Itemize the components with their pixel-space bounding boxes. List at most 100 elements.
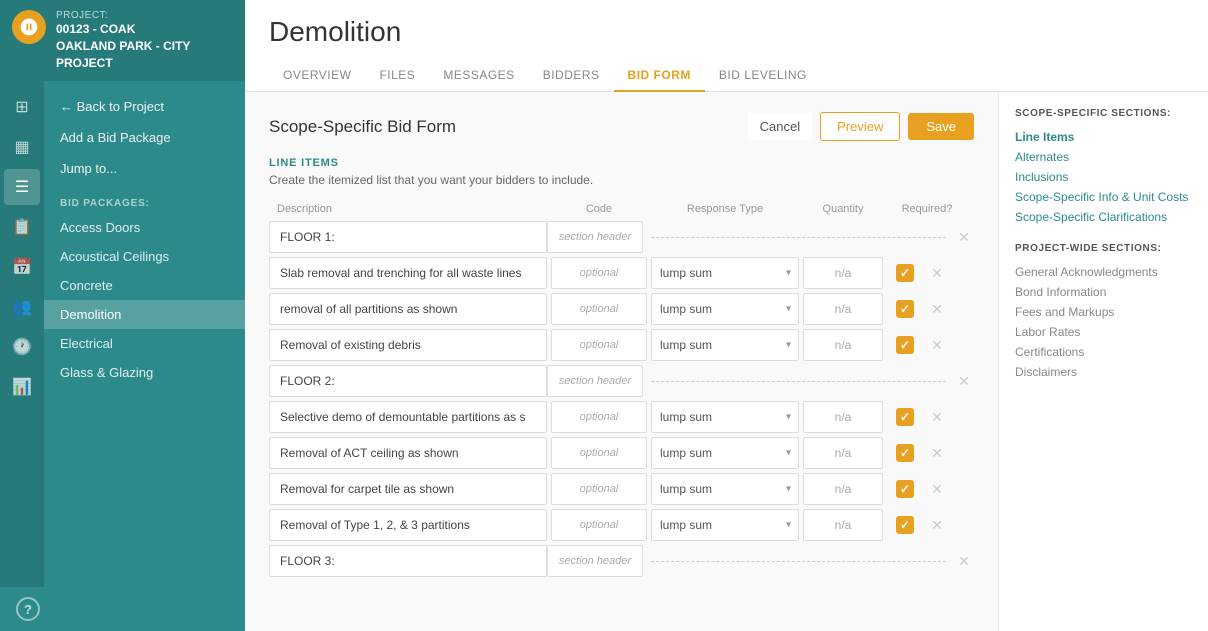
pkg-demolition[interactable]: Demolition [44,300,245,329]
row1-response-wrapper: lump sumunit costallowance [651,257,799,289]
row7-required-checkbox[interactable] [896,516,914,534]
row4-delete[interactable]: ✕ [927,409,947,426]
link-line-items[interactable]: Line Items [1015,127,1192,147]
row5-desc[interactable] [269,437,547,469]
pkg-access-doors[interactable]: Access Doors [44,213,245,242]
floor2-label-input[interactable] [269,365,547,397]
table-row: lump sumunit costallowance ✕ [269,401,974,433]
row2-required-checkbox[interactable] [896,300,914,318]
tab-files[interactable]: FILES [365,60,429,92]
row2-response[interactable]: lump sumunit costallowance [651,293,799,325]
back-to-project[interactable]: ← Back to Project [44,91,245,122]
row7-desc[interactable] [269,509,547,541]
row6-delete[interactable]: ✕ [927,481,947,498]
row3-required-checkbox[interactable] [896,336,914,354]
row2-desc[interactable] [269,293,547,325]
row2-qty[interactable] [803,293,883,325]
help-icon[interactable]: ? [16,597,40,621]
row2-code[interactable] [551,293,647,325]
project-code: 00123 - COAK [56,21,233,38]
row6-required-checkbox[interactable] [896,480,914,498]
tab-overview[interactable]: OVERVIEW [269,60,365,92]
row5-response-wrapper: lump sumunit costallowance [651,437,799,469]
row5-delete[interactable]: ✕ [927,445,947,462]
main-area: Demolition OVERVIEW FILES MESSAGES BIDDE… [245,0,1208,631]
home-icon[interactable]: ⊞ [4,89,40,125]
row3-response[interactable]: lump sumunit costallowance [651,329,799,361]
row6-code[interactable] [551,473,647,505]
row1-response[interactable]: lump sumunit costallowance [651,257,799,289]
project-wide-section: PROJECT-WIDE SECTIONS: General Acknowled… [1015,243,1192,382]
row1-desc[interactable] [269,257,547,289]
row7-response[interactable]: lump sumunit costallowance [651,509,799,541]
content-area: Scope-Specific Bid Form Cancel Preview S… [245,92,1208,631]
floor1-label-input[interactable] [269,221,547,253]
row4-desc[interactable] [269,401,547,433]
pkg-concrete[interactable]: Concrete [44,271,245,300]
row3-required-wrap [887,336,923,354]
row6-desc[interactable] [269,473,547,505]
row5-qty[interactable] [803,437,883,469]
floor3-code-input[interactable] [547,545,643,577]
col-quantity: Quantity [803,203,883,215]
row2-delete[interactable]: ✕ [927,301,947,318]
building-icon[interactable]: ▦ [4,129,40,165]
pkg-glass-glazing[interactable]: Glass & Glazing [44,358,245,387]
people-icon[interactable]: 👥 [4,289,40,325]
row5-required-checkbox[interactable] [896,444,914,462]
form-actions: Cancel Preview Save [748,112,974,141]
list-icon[interactable]: ☰ [4,169,40,205]
clock-icon[interactable]: 🕐 [4,329,40,365]
row1-code[interactable] [551,257,647,289]
row4-response[interactable]: lump sumunit costallowance [651,401,799,433]
floor1-delete[interactable]: ✕ [954,229,974,246]
row5-response[interactable]: lump sumunit costallowance [651,437,799,469]
row4-code[interactable] [551,401,647,433]
floor3-label-input[interactable] [269,545,547,577]
row6-response[interactable]: lump sumunit costallowance [651,473,799,505]
link-certifications: Certifications [1015,342,1192,362]
floor3-delete[interactable]: ✕ [954,553,974,570]
floor2-code-input[interactable] [547,365,643,397]
save-button[interactable]: Save [908,113,974,140]
link-alternates[interactable]: Alternates [1015,147,1192,167]
row3-qty[interactable] [803,329,883,361]
calendar-icon[interactable]: 📅 [4,249,40,285]
preview-button[interactable]: Preview [820,112,900,141]
floor1-code-input[interactable] [547,221,643,253]
row7-code[interactable] [551,509,647,541]
floor2-delete[interactable]: ✕ [954,373,974,390]
row1-delete[interactable]: ✕ [927,265,947,282]
tab-bidders[interactable]: BIDDERS [529,60,614,92]
divider2 [651,381,946,382]
row3-desc[interactable] [269,329,547,361]
chart-icon[interactable]: 📊 [4,369,40,405]
link-inclusions[interactable]: Inclusions [1015,167,1192,187]
row1-required-checkbox[interactable] [896,264,914,282]
link-scope-info[interactable]: Scope-Specific Info & Unit Costs [1015,187,1192,207]
tab-bid-form[interactable]: BID FORM [614,60,705,92]
tab-messages[interactable]: MESSAGES [429,60,528,92]
row7-qty[interactable] [803,509,883,541]
row6-qty[interactable] [803,473,883,505]
link-scope-clarifications[interactable]: Scope-Specific Clarifications [1015,207,1192,227]
tab-bid-leveling[interactable]: BID LEVELING [705,60,821,92]
row1-qty[interactable] [803,257,883,289]
add-bid-package[interactable]: Add a Bid Package [44,122,245,153]
row5-code[interactable] [551,437,647,469]
row7-delete[interactable]: ✕ [927,517,947,534]
col-required: Required? [887,203,967,215]
row4-required-checkbox[interactable] [896,408,914,426]
cancel-button[interactable]: Cancel [748,113,812,140]
table-row: lump sumunit costallowance ✕ [269,257,974,289]
pkg-electrical[interactable]: Electrical [44,329,245,358]
clipboard-icon[interactable]: 📋 [4,209,40,245]
row5-required-wrap [887,444,923,462]
pkg-acoustical-ceilings[interactable]: Acoustical Ceilings [44,242,245,271]
project-name: OAKLAND PARK - CITY PROJECT [56,38,233,72]
jump-to[interactable]: Jump to... [44,153,245,184]
divider [651,237,946,238]
row3-code[interactable] [551,329,647,361]
row4-qty[interactable] [803,401,883,433]
row3-delete[interactable]: ✕ [927,337,947,354]
